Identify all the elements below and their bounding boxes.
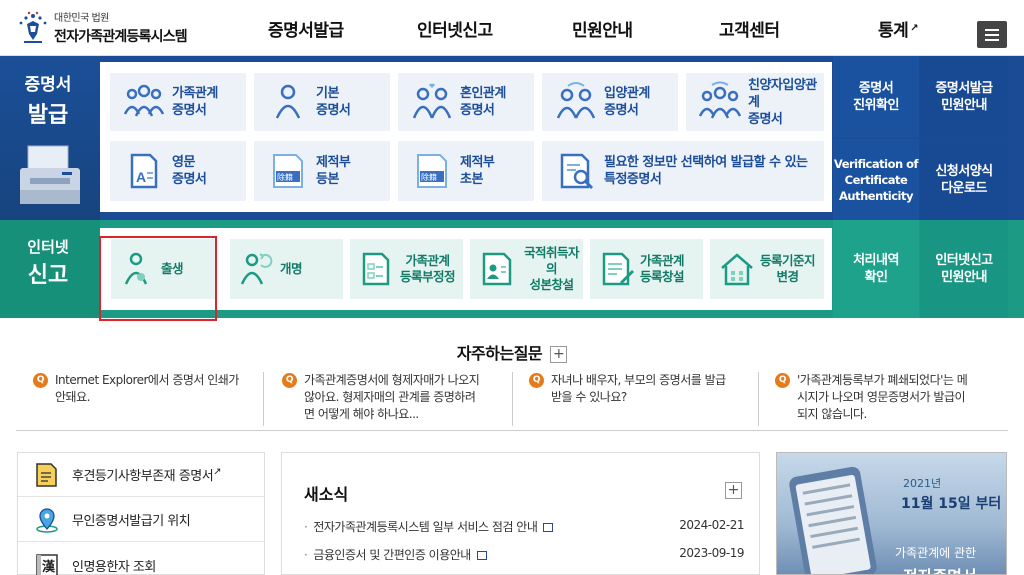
english-doc-icon: A [122,149,166,193]
news-item[interactable]: · 전자가족관계등록시스템 일부 서비스 점검 안내 2024-02-21 [304,518,744,535]
svg-text:漢: 漢 [42,559,56,575]
guardianship-certificate-link[interactable]: 후견등기사항부존재 증명서↗ [18,453,264,497]
document-icon [34,462,60,488]
quick-links: 후견등기사항부존재 증명서↗ 무인증명서발급기 위치 漢 인명용한자 조회 [17,452,265,575]
external-link-icon: ↗ [213,466,222,478]
nav-statistics[interactable]: 통계 ↗ [878,0,919,56]
highlight-frame [99,236,217,321]
id-card-icon [478,250,516,288]
couple-heart-icon [410,80,454,124]
menu-icon[interactable] [977,21,1007,48]
nav-certificate-issue[interactable]: 증명서발급 [268,0,344,56]
adoption-icon [554,80,598,124]
nav-civil-guide[interactable]: 민원안내 [572,0,633,56]
svg-text:除籍: 除籍 [421,172,437,182]
form-download-button[interactable]: 신청서양식 다운로드 [920,139,1008,220]
news-heading: 새소식 [304,485,349,504]
house-icon [718,250,756,288]
logo-title: 전자가족관계등록시스템 [54,29,188,45]
nav-internet-report[interactable]: 인터넷신고 [417,0,493,56]
news-panel: 새소식 + · 전자가족관계등록시스템 일부 서비스 점검 안내 2024-02-… [281,452,760,575]
family-correction-card[interactable]: 가족관계 등록부정정 [350,239,463,299]
naturalized-surname-card[interactable]: 국적취득자의 성본창설 [470,239,583,299]
full-adoption-icon [698,80,742,124]
svg-text:A: A [136,169,146,185]
removal-doc-icon: 除籍 [410,149,454,193]
rename-icon [238,250,276,288]
certificate-verify-button[interactable]: 증명서 진위확인 [833,56,919,138]
news-item[interactable]: · 금융인증서 및 간편인증 이용안내 2023-09-19 [304,546,744,563]
faq-heading: 자주하는질문 + [0,340,1024,364]
faq-item[interactable]: Q '가족관계등록부가 폐쇄되었다'는 메 시지가 나오며 영문증명서가 발급이 되… [775,372,1000,423]
hanja-lookup-link[interactable]: 漢 인명용한자 조회 [18,543,264,575]
process-history-button[interactable]: 처리내역 확인 [833,220,919,318]
nav-customer-center[interactable]: 고객센터 [719,0,780,56]
marriage-certificate-card[interactable]: 혼인관계 증명서 [398,73,534,131]
doc-create-icon [598,250,636,288]
issue-civil-guide-button[interactable]: 증명서발급 민원안내 [920,56,1008,138]
nav-statistics-label: 통계 [878,20,909,41]
attachment-icon [543,523,554,532]
kiosk-location-link[interactable]: 무인증명서발급기 위치 [18,498,264,542]
removal-doc-icon: 除籍 [266,149,310,193]
basic-certificate-card[interactable]: 기본 증명서 [254,73,390,131]
report-civil-guide-button[interactable]: 인터넷신고 민원안내 [920,220,1008,318]
attachment-icon [476,551,487,560]
court-emblem-icon [16,10,50,46]
form-edit-icon [358,250,396,288]
family-registration-create-card[interactable]: 가족관계 등록창설 [590,239,703,299]
full-adoption-certificate-card[interactable]: 친양자입양관계 증명서 [686,73,824,131]
question-icon: Q [33,373,48,388]
hanja-book-icon: 漢 [34,552,60,575]
certificate-issue-heading: 증명서 발급 [24,75,72,128]
english-certificate-card[interactable]: A 영문 증명서 [110,141,246,201]
family-icon [122,80,166,124]
phone-icon [787,465,879,574]
adoption-certificate-card[interactable]: 입양관계 증명서 [542,73,678,131]
person-icon [266,80,310,124]
site-header: 대한민국 법원 전자가족관계등록시스템 증명서발급 인터넷신고 민원안내 고객센… [0,0,1024,56]
news-more-button[interactable]: + [725,482,742,499]
removal-copy-card[interactable]: 除籍 제적부 등본 [254,141,390,201]
question-icon: Q [529,373,544,388]
question-icon: Q [775,373,790,388]
faq-item[interactable]: Q 가족관계증명서에 형제자매가 나오지 않아요. 형제자매의 관계를 증명하려 면… [282,372,507,423]
removal-extract-card[interactable]: 除籍 제적부 초본 [398,141,534,201]
registration-base-change-card[interactable]: 등록기준지 변경 [710,239,824,299]
logo-subtitle: 대한민국 법원 [54,13,109,24]
site-logo[interactable]: 대한민국 법원 전자가족관계등록시스템 [16,9,188,46]
search-doc-icon [554,149,598,193]
verification-english-button[interactable]: Verification of Certificate Authenticity [833,139,919,220]
rename-report-card[interactable]: 개명 [230,239,343,299]
e-certificate-banner[interactable]: 2021년 11월 15일 부터 가족관계에 관한 전자증명서 [776,452,1007,575]
faq-more-button[interactable]: + [550,346,568,363]
family-certificate-card[interactable]: 가족관계 증명서 [110,73,246,131]
faq-item[interactable]: Q Internet Explorer에서 증명서 인쇄가 안돼요. [33,372,258,406]
question-icon: Q [282,373,297,388]
svg-text:除籍: 除籍 [277,172,293,182]
internet-report-heading: 인터넷 신고 [27,238,69,288]
printer-icon [18,138,84,208]
location-pin-icon [34,507,60,533]
specific-certificate-card[interactable]: 필요한 정보만 선택하여 발급할 수 있는 특정증명서 [542,141,824,201]
faq-item[interactable]: Q 자녀나 배우자, 부모의 증명서를 발급 받을 수 있나요? [529,372,754,406]
external-link-icon: ↗ [910,22,919,34]
